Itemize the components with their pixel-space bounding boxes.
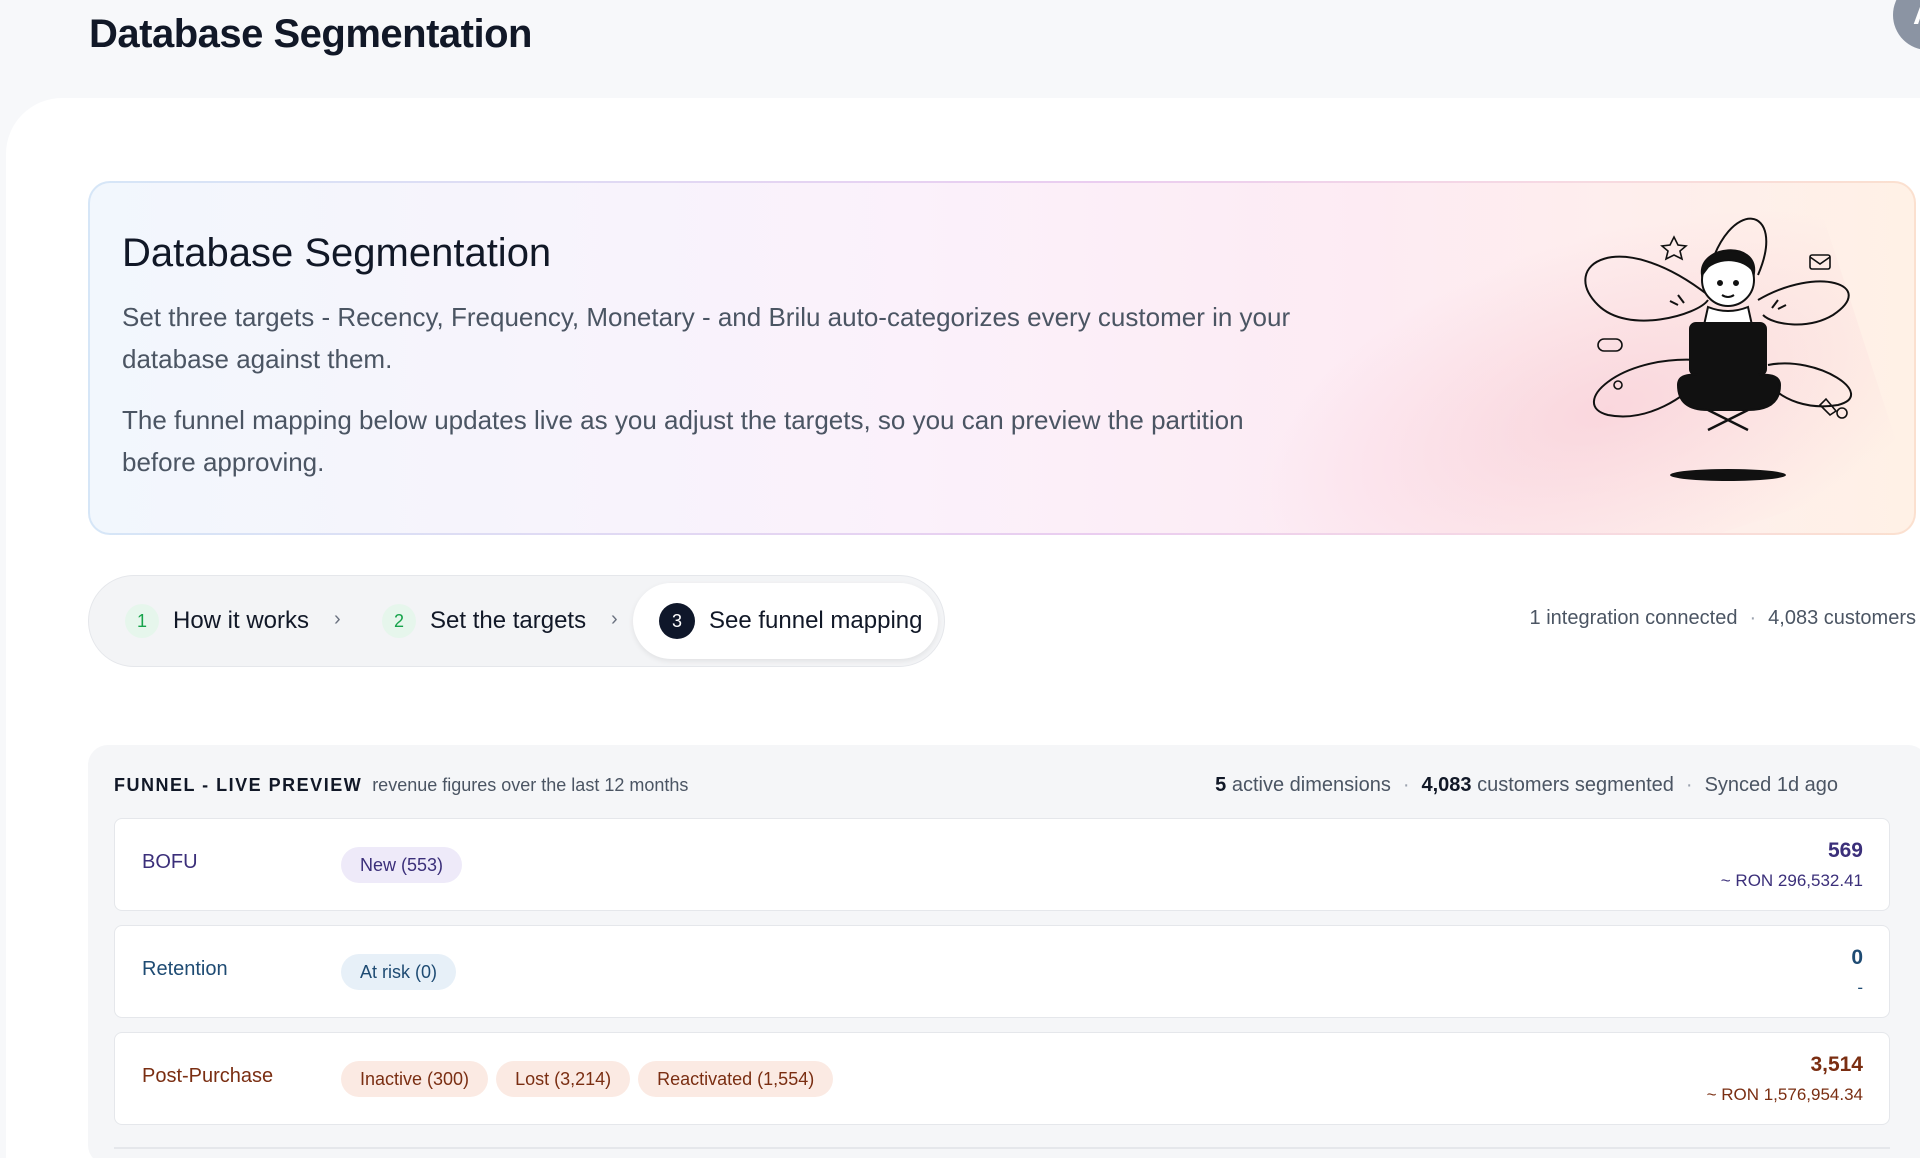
segment-chip[interactable]: Lost (3,214) — [496, 1061, 631, 1097]
stage-label: BOFU — [142, 851, 198, 873]
funnel-row-retention[interactable]: Retention At risk (0) 0 - — [114, 925, 1890, 1018]
step-label: How it works — [173, 607, 310, 634]
separator-dot: · — [1402, 774, 1410, 796]
integration-connected: 1 integration connected — [1529, 607, 1738, 629]
funnel-row-bofu[interactable]: BOFU New (553) 569 ~ RON 296,532.41 — [114, 818, 1890, 911]
segment-chip[interactable]: Reactivated (1,554) — [638, 1061, 834, 1097]
active-dimensions-count: 5 — [1215, 774, 1227, 796]
banner-paragraph-1: Set three targets - Recency, Frequency, … — [122, 302, 1291, 374]
stage-count: 0 — [1851, 946, 1863, 969]
person-with-laptop-icon — [1584, 217, 1853, 481]
separator-dot: · — [1685, 774, 1693, 796]
step-number: 3 — [659, 603, 695, 639]
step-number: 1 — [125, 604, 159, 638]
funnel-subtitle: revenue figures over the last 12 months — [372, 775, 689, 795]
stage-revenue: - — [1857, 978, 1863, 997]
intro-banner: Database Segmentation Set three targets … — [88, 181, 1916, 535]
step-how-it-works[interactable]: 1 How it works — [125, 576, 309, 666]
banner-paragraph-2: The funnel mapping below updates live as… — [122, 405, 1244, 477]
segment-chip[interactable]: Inactive (300) — [341, 1061, 489, 1097]
page-title: Database Segmentation — [89, 12, 532, 56]
stage-revenue: ~ RON 1,576,954.34 — [1706, 1085, 1863, 1104]
separator-dot: · — [1749, 607, 1757, 629]
stage-revenue: ~ RON 296,532.41 — [1720, 871, 1863, 890]
funnel-title: FUNNEL - LIVE PREVIEW — [114, 775, 363, 795]
banner-title: Database Segmentation — [122, 231, 552, 275]
stage-count: 3,514 — [1810, 1053, 1863, 1076]
stage-label: Retention — [142, 958, 228, 980]
sync-status: Synced 1d ago — [1704, 774, 1838, 796]
step-see-funnel-mapping[interactable]: 3 See funnel mapping — [633, 583, 938, 659]
step-number: 2 — [382, 604, 416, 638]
funnel-row-post-purchase[interactable]: Post-Purchase Inactive (300) Lost (3,214… — [114, 1032, 1890, 1125]
segment-chip[interactable]: New (553) — [341, 847, 463, 883]
segmented-label: customers segmented — [1477, 774, 1674, 796]
stage-label: Post-Purchase — [142, 1065, 274, 1087]
funnel-header: FUNNEL - LIVE PREVIEW revenue figures ove… — [114, 775, 688, 796]
funnel-preview: FUNNEL - LIVE PREVIEW revenue figures ove… — [88, 745, 1920, 1158]
integration-status: 1 integration connected · 4,083 customers — [1530, 607, 1916, 630]
stage-count: 569 — [1827, 839, 1863, 862]
top-bar: Database Segmentation A — [0, 0, 1920, 98]
segment-chip[interactable]: At risk (0) — [341, 954, 457, 990]
active-dimensions-label: active dimensions — [1231, 774, 1391, 796]
step-label: Set the targets — [430, 607, 587, 634]
chevron-right-icon: › — [611, 608, 618, 630]
divider — [114, 1147, 1890, 1149]
step-label: See funnel mapping — [709, 607, 923, 634]
steps-nav: 1 How it works › 2 Set the targets › 3 S… — [88, 575, 945, 667]
avatar-initial: A — [1913, 0, 1920, 32]
chevron-right-icon: › — [334, 608, 341, 630]
avatar[interactable]: A — [1893, 0, 1920, 50]
segmented-count: 4,083 — [1421, 774, 1472, 796]
step-set-the-targets[interactable]: 2 Set the targets — [382, 576, 586, 666]
customer-count: 4,083 customers — [1768, 607, 1916, 629]
funnel-meta: 5 active dimensions · 4,083 customers segm… — [1215, 774, 1838, 797]
